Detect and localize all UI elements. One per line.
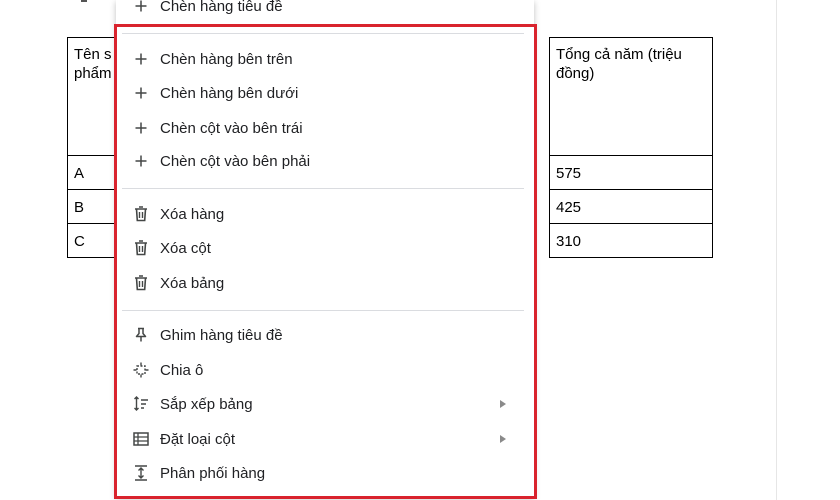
sort-icon bbox=[132, 395, 150, 413]
menu-item-insert-column-left[interactable]: Chèn cột vào bên trái bbox=[116, 111, 534, 145]
table-cell[interactable]: A bbox=[67, 155, 121, 190]
plus-icon bbox=[132, 152, 150, 170]
distribute-rows-icon bbox=[132, 464, 150, 482]
menu-item-delete-row[interactable]: Xóa hàng bbox=[116, 197, 534, 231]
menu-item-sort-table[interactable]: Sắp xếp bảng bbox=[116, 387, 534, 421]
submenu-arrow-icon bbox=[500, 400, 506, 408]
plus-icon bbox=[132, 119, 150, 137]
trash-icon bbox=[132, 274, 150, 292]
menu-item-label: Chèn hàng bên dưới bbox=[160, 84, 299, 102]
table-context-menu: Chèn hàng tiêu đề Chèn hàng bên trên Chè… bbox=[116, 0, 534, 497]
menu-item-label: Phân phối hàng bbox=[160, 464, 266, 482]
column-type-icon bbox=[132, 430, 150, 448]
menu-item-insert-row-below[interactable]: Chèn hàng bên dưới bbox=[116, 76, 534, 110]
menu-item-label: Đặt loại cột bbox=[160, 430, 236, 448]
menu-item-set-column-type[interactable]: Đặt loại cột bbox=[116, 422, 534, 456]
document-table-right-part: Tổng cả năm (triệu đồng) 575 425 310 bbox=[549, 37, 713, 258]
menu-item-insert-column-right[interactable]: Chèn cột vào bên phải bbox=[116, 144, 534, 178]
menu-item-delete-table[interactable]: Xóa bảng bbox=[116, 266, 534, 300]
menu-item-label: Xóa bảng bbox=[160, 274, 225, 292]
menu-item-label: Chèn hàng tiêu đề bbox=[160, 0, 283, 15]
plus-icon bbox=[132, 84, 150, 102]
menu-item-insert-header-row[interactable]: Chèn hàng tiêu đề bbox=[116, 0, 534, 23]
pin-icon bbox=[132, 326, 150, 344]
split-cell-icon bbox=[132, 361, 150, 379]
table-cell[interactable]: 425 bbox=[549, 189, 713, 224]
menu-item-delete-column[interactable]: Xóa cột bbox=[116, 231, 534, 265]
trash-icon bbox=[132, 239, 150, 257]
cell-text: 575 bbox=[556, 165, 582, 182]
menu-item-insert-row-above[interactable]: Chèn hàng bên trên bbox=[116, 42, 534, 76]
cell-text: 425 bbox=[556, 199, 582, 216]
menu-item-label: Chèn cột vào bên trái bbox=[160, 119, 303, 137]
menu-item-label: Xóa hàng bbox=[160, 205, 225, 223]
submenu-arrow-icon bbox=[500, 435, 506, 443]
cell-text: A bbox=[74, 165, 85, 182]
cell-text: C bbox=[74, 233, 85, 250]
cell-text: Tổng cả năm (triệu đồng) bbox=[556, 46, 682, 82]
table-cell[interactable]: C bbox=[67, 223, 121, 258]
menu-item-label: Chèn cột vào bên phải bbox=[160, 152, 311, 170]
menu-item-split-cell[interactable]: Chia ô bbox=[116, 353, 534, 387]
menu-divider bbox=[122, 188, 524, 189]
menu-item-label: Chia ô bbox=[160, 361, 204, 379]
plus-icon bbox=[132, 0, 150, 15]
menu-item-label: Sắp xếp bảng bbox=[160, 395, 253, 413]
table-cell[interactable]: 310 bbox=[549, 223, 713, 258]
plus-icon bbox=[132, 50, 150, 68]
cell-text: B bbox=[74, 199, 85, 216]
menu-item-label: Chèn hàng bên trên bbox=[160, 50, 293, 68]
menu-item-label: Ghim hàng tiêu đề bbox=[160, 326, 283, 344]
table-cell[interactable]: 575 bbox=[549, 155, 713, 190]
table-header-cell[interactable]: Tổng cả năm (triệu đồng) bbox=[549, 37, 713, 156]
trash-icon bbox=[132, 205, 150, 223]
menu-divider bbox=[122, 33, 524, 34]
cell-text: Tên s phẩm bbox=[74, 46, 112, 82]
menu-item-label: Xóa cột bbox=[160, 239, 211, 257]
menu-item-distribute-rows[interactable]: Phân phối hàng bbox=[116, 456, 534, 490]
cell-text: 310 bbox=[556, 233, 582, 250]
menu-divider bbox=[122, 310, 524, 311]
table-header-cell[interactable]: Tên s phẩm bbox=[67, 37, 121, 156]
page-fragment-mark bbox=[81, 0, 87, 2]
table-cell[interactable]: B bbox=[67, 189, 121, 224]
menu-item-pin-header-row[interactable]: Ghim hàng tiêu đề bbox=[116, 318, 534, 352]
document-table-left-part: Tên s phẩm A B C bbox=[67, 37, 121, 258]
